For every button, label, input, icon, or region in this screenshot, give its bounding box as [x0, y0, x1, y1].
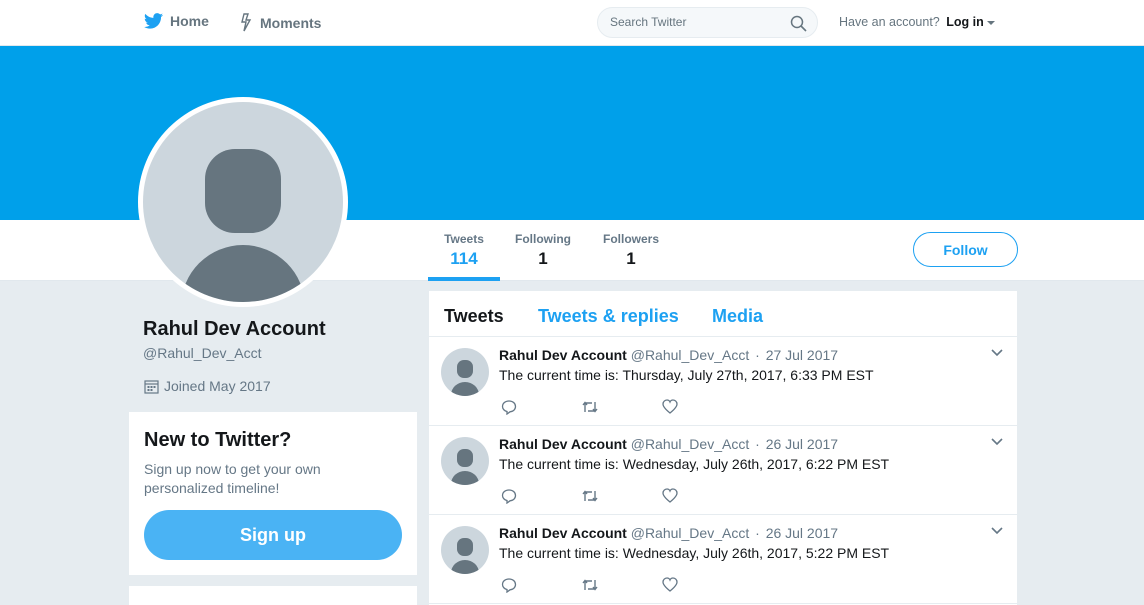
signup-title: New to Twitter?	[144, 429, 292, 451]
signup-text: Sign up now to get your own personalized…	[144, 461, 321, 496]
retweet-icon[interactable]	[581, 488, 599, 504]
tweet-text: The current time is: Wednesday, July 26t…	[499, 545, 890, 561]
like-heart-icon[interactable]	[662, 577, 678, 592]
profile-handle[interactable]: @Rahul_Dev_Acct	[143, 345, 262, 361]
tweet-date[interactable]: 26 Jul 2017	[766, 436, 838, 452]
tweet-author[interactable]: Rahul Dev Account	[499, 436, 627, 452]
retweet-icon[interactable]	[581, 577, 599, 593]
timeline: Tweets Tweets & replies Media Rahul Dev …	[429, 291, 1017, 605]
separator-dot: ·	[755, 347, 760, 363]
separator-dot: ·	[755, 525, 760, 541]
stat-tweets-label: Tweets	[444, 232, 484, 246]
stat-following[interactable]: Following 1	[510, 232, 576, 269]
reply-icon[interactable]	[501, 488, 517, 504]
twitter-bird-icon	[144, 13, 163, 29]
like-heart-icon[interactable]	[662, 399, 678, 414]
sidebar-card	[129, 586, 417, 605]
tweet-author[interactable]: Rahul Dev Account	[499, 347, 627, 363]
tweet-avatar[interactable]	[441, 526, 489, 574]
reply-icon[interactable]	[501, 399, 517, 415]
tab-tweets-replies[interactable]: Tweets & replies	[538, 306, 679, 327]
nav-moments-label: Moments	[260, 14, 322, 31]
profile-joined-text: Joined May 2017	[164, 378, 271, 394]
have-account-text: Have an account?	[839, 15, 940, 29]
chevron-down-icon[interactable]	[986, 20, 995, 25]
retweet-icon[interactable]	[581, 399, 599, 415]
default-avatar-icon	[451, 360, 479, 396]
tweet-header: Rahul Dev Account @Rahul_Dev_Acct · 27 J…	[499, 347, 838, 363]
tweet-text: The current time is: Wednesday, July 26t…	[499, 456, 890, 472]
tweet-item[interactable]: Rahul Dev Account @Rahul_Dev_Acct · 26 J…	[429, 426, 1017, 515]
profile-name[interactable]: Rahul Dev Account	[143, 318, 326, 341]
reply-icon[interactable]	[501, 577, 517, 593]
login-area: Have an account? Log in	[839, 15, 995, 29]
default-avatar-icon	[451, 538, 479, 574]
chevron-down-icon[interactable]	[991, 527, 1003, 535]
stat-followers-value: 1	[626, 249, 636, 268]
tweet-avatar[interactable]	[441, 437, 489, 485]
profile-joined: Joined May 2017	[144, 378, 271, 394]
nav-moments-link[interactable]: Moments	[238, 13, 321, 32]
nav-home-link[interactable]: Home	[144, 13, 209, 29]
nav-home-label: Home	[170, 13, 209, 29]
timeline-tabs: Tweets Tweets & replies Media	[429, 291, 1017, 337]
tab-media[interactable]: Media	[712, 306, 763, 327]
search-box[interactable]	[597, 7, 818, 38]
tweet-handle[interactable]: @Rahul_Dev_Acct	[631, 436, 750, 452]
tweet-item[interactable]: Rahul Dev Account @Rahul_Dev_Acct · 27 J…	[429, 337, 1017, 426]
tweet-author[interactable]: Rahul Dev Account	[499, 525, 627, 541]
search-icon[interactable]	[790, 15, 807, 32]
chevron-down-icon[interactable]	[991, 349, 1003, 357]
tab-tweets[interactable]: Tweets	[444, 306, 504, 327]
separator-dot: ·	[755, 436, 760, 452]
tweet-handle[interactable]: @Rahul_Dev_Acct	[631, 347, 750, 363]
signup-card: New to Twitter? Sign up now to get your …	[129, 412, 417, 575]
login-link[interactable]: Log in	[946, 15, 984, 29]
like-heart-icon[interactable]	[662, 488, 678, 503]
stat-followers-label: Followers	[602, 232, 659, 246]
stat-followers[interactable]: Followers 1	[598, 232, 664, 269]
calendar-icon	[144, 379, 159, 394]
search-input[interactable]	[610, 15, 780, 29]
follow-button[interactable]: Follow	[913, 232, 1018, 267]
default-avatar-icon	[451, 449, 479, 485]
stat-following-label: Following	[515, 232, 571, 246]
stat-tweets[interactable]: Tweets 114	[428, 232, 500, 281]
signup-button[interactable]: Sign up	[144, 510, 402, 560]
moments-bolt-icon	[241, 13, 252, 32]
tweet-avatar[interactable]	[441, 348, 489, 396]
top-nav-bar: Home Moments Have an account? Log in	[0, 0, 1144, 46]
profile-avatar[interactable]	[138, 97, 348, 307]
tweet-handle[interactable]: @Rahul_Dev_Acct	[631, 525, 750, 541]
tweet-date[interactable]: 26 Jul 2017	[766, 525, 838, 541]
tweet-text: The current time is: Thursday, July 27th…	[499, 367, 874, 383]
tweet-header: Rahul Dev Account @Rahul_Dev_Acct · 26 J…	[499, 525, 838, 541]
stat-tweets-value: 114	[450, 249, 478, 268]
chevron-down-icon[interactable]	[991, 438, 1003, 446]
tweet-date[interactable]: 27 Jul 2017	[766, 347, 838, 363]
tweet-header: Rahul Dev Account @Rahul_Dev_Acct · 26 J…	[499, 436, 838, 452]
tweet-item[interactable]: Rahul Dev Account @Rahul_Dev_Acct · 26 J…	[429, 515, 1017, 604]
stat-following-value: 1	[538, 249, 548, 268]
default-avatar-icon	[181, 149, 305, 302]
